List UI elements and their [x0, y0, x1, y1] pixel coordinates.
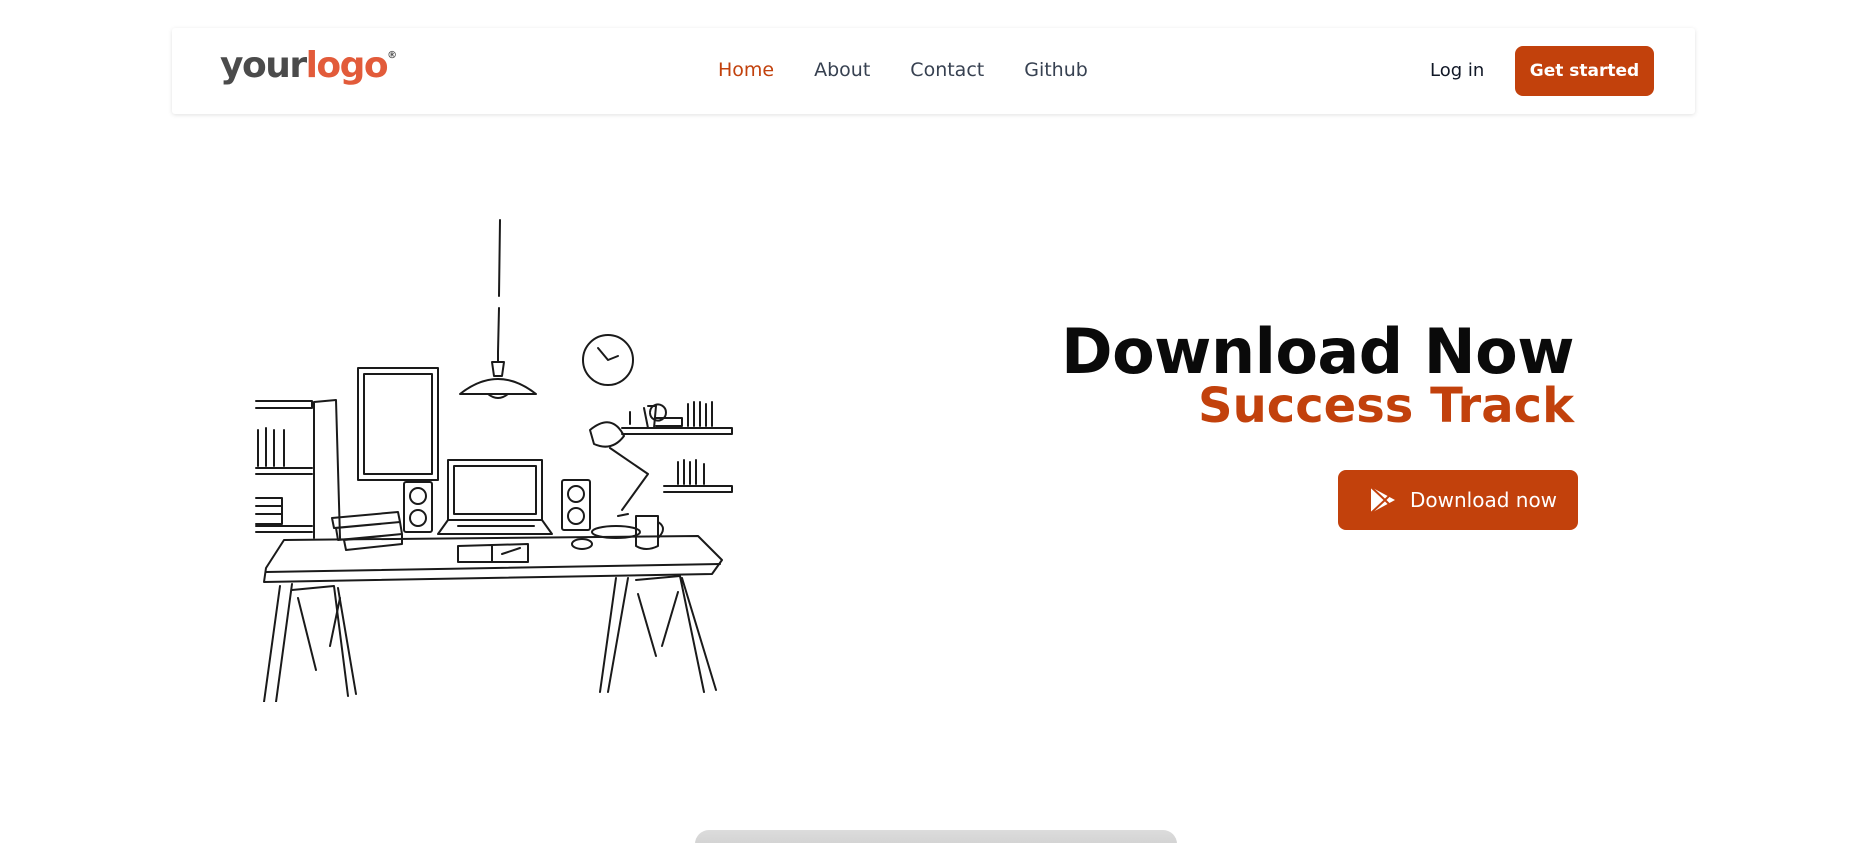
- nav-link-contact[interactable]: Contact: [910, 59, 984, 81]
- get-started-button[interactable]: Get started: [1515, 46, 1654, 96]
- nav-link-home[interactable]: Home: [718, 59, 774, 81]
- nav-link-about[interactable]: About: [814, 59, 870, 81]
- login-link[interactable]: Log in: [1430, 60, 1484, 81]
- download-now-label: Download now: [1410, 488, 1558, 512]
- nav-link-github[interactable]: Github: [1024, 59, 1088, 81]
- main-nav: Home About Contact Github: [718, 59, 1128, 81]
- hero-subtitle: Success Track: [1198, 378, 1574, 434]
- play-store-icon: [1370, 486, 1395, 514]
- content-preview-card: [695, 830, 1177, 843]
- download-now-button[interactable]: Download now: [1338, 470, 1578, 530]
- desk-workspace-illustration: [255, 219, 733, 702]
- logo-registered-mark: ®: [387, 50, 398, 61]
- hero-title: Download Now: [1061, 315, 1574, 388]
- logo-word-logo: logo: [305, 45, 389, 86]
- brand-logo[interactable]: yourlogo®: [220, 48, 397, 84]
- top-navbar: yourlogo® Home About Contact Github Log …: [172, 28, 1695, 114]
- logo-word-your: your: [220, 45, 307, 86]
